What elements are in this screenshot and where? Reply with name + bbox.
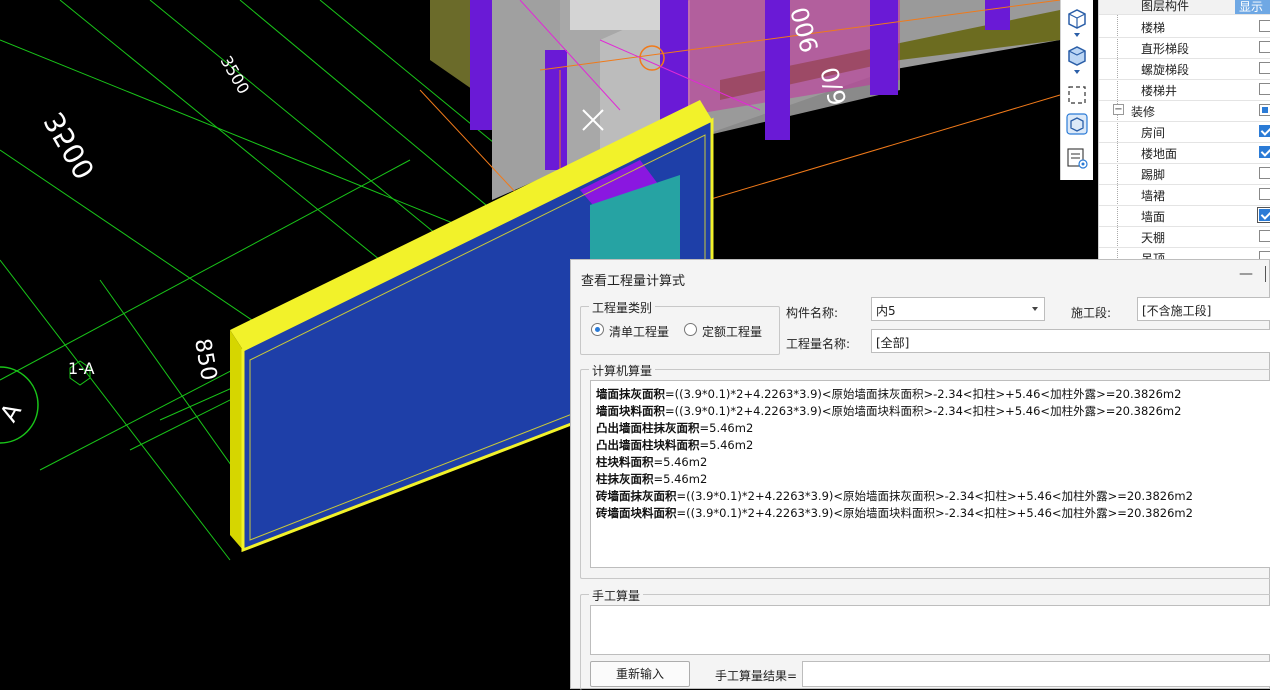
view-toolbar [1060, 0, 1093, 180]
layer-checkbox[interactable] [1259, 41, 1270, 53]
computer-calc-textbox[interactable]: 墙面抹灰面积=((3.9*0.1)*2+4.2263*3.9)<原始墙面抹灰面积… [590, 380, 1270, 568]
dialog-title: 查看工程量计算式 [581, 274, 686, 289]
layer-checkbox[interactable] [1259, 230, 1270, 242]
manual-calc-legend: 手工算量 [589, 587, 644, 604]
formula-line: 砖墙面抹灰面积=((3.9*0.1)*2+4.2263*3.9)<原始墙面抹灰面… [596, 489, 1193, 503]
layer-item-label: 踢脚 [1141, 168, 1166, 182]
manual-result-label: 手工算量结果= [715, 669, 798, 683]
layer-checkbox[interactable] [1257, 207, 1270, 223]
chevron-down-icon[interactable] [1065, 30, 1089, 40]
bill-quantity-radio[interactable] [591, 323, 604, 336]
component-name-select[interactable]: 内5 [871, 297, 1045, 321]
quota-quantity-radio[interactable] [684, 323, 697, 336]
quantity-type-group: 工程量类别 清单工程量 定额工程量 [580, 299, 780, 355]
quantity-name-value: [全部] [876, 336, 910, 350]
layer-item-label: 直形梯段 [1141, 42, 1190, 56]
layer-checkbox[interactable] [1259, 83, 1270, 95]
quota-quantity-label[interactable]: 定额工程量 [702, 323, 762, 340]
chevron-down-icon[interactable] [1065, 67, 1089, 77]
layer-checkbox[interactable] [1259, 20, 1270, 32]
bill-quantity-label[interactable]: 清单工程量 [609, 323, 669, 340]
layer-item-dado[interactable]: 墙裙 [1099, 184, 1270, 206]
layer-item-floor[interactable]: 楼地面 [1099, 142, 1270, 164]
formula-line: 凸出墙面柱块料面积=5.46m2 [596, 438, 754, 452]
minimize-button[interactable]: — [1239, 266, 1255, 282]
layer-checkbox[interactable] [1259, 167, 1270, 179]
layer-item-label: 楼梯 [1141, 21, 1166, 35]
layer-item-ceiling[interactable]: 天棚 [1099, 226, 1270, 248]
select-box-icon[interactable] [1065, 83, 1089, 107]
chevron-down-icon [1032, 307, 1038, 311]
layer-item-wall-surface[interactable]: 墙面 [1099, 205, 1270, 227]
layer-checkbox[interactable] [1259, 104, 1270, 116]
axis-bubble-label: A [0, 398, 27, 427]
layer-checkbox[interactable] [1259, 146, 1270, 158]
quantity-name-label: 工程量名称: [786, 337, 851, 351]
layer-item-skirting[interactable]: 踢脚 [1099, 163, 1270, 185]
computer-calc-legend: 计算机算量 [589, 362, 656, 379]
layer-item-label: 螺旋梯段 [1141, 63, 1190, 77]
view-3d-icon[interactable] [1065, 112, 1089, 136]
cube-icon[interactable] [1065, 6, 1089, 30]
layer-item-label: 墙裙 [1141, 189, 1166, 203]
formula-line: 凸出墙面柱抹灰面积=5.46m2 [596, 421, 754, 435]
manual-result-input[interactable] [802, 661, 1270, 687]
dimension-label-3: 850 [189, 337, 221, 383]
layer-tree-panel: 图层构件 显示 楼梯 直形梯段 螺旋梯段 楼梯井 − 装修 房间 楼地面 踢脚 墙… [1098, 0, 1270, 261]
stage-select[interactable]: [不含施工段] [1137, 297, 1270, 321]
formula-line: 墙面抹灰面积=((3.9*0.1)*2+4.2263*3.9)<原始墙面抹灰面积… [596, 387, 1182, 401]
layer-item-label: 楼梯井 [1141, 84, 1178, 98]
layer-item-straight-flight[interactable]: 直形梯段 [1099, 37, 1270, 59]
stage-value: [不含施工段] [1142, 304, 1212, 318]
layer-item-label: 房间 [1141, 126, 1166, 140]
manual-calc-textbox[interactable] [590, 605, 1270, 655]
layer-item-label: 楼地面 [1141, 147, 1178, 161]
layer-item-label: 装修 [1131, 105, 1156, 119]
quantity-type-legend: 工程量类别 [589, 299, 656, 316]
cube-solid-icon[interactable] [1065, 43, 1089, 67]
axis-label: 1-A [68, 359, 95, 378]
formula-line: 柱块料面积=5.46m2 [596, 455, 708, 469]
formula-line: 柱抹灰面积=5.46m2 [596, 472, 708, 486]
layer-header: 图层构件 显示 [1099, 0, 1270, 15]
layer-item-stairs[interactable]: 楼梯 [1099, 16, 1270, 38]
dimension-label-1: 3500 [217, 53, 254, 98]
stage-label: 施工段: [1071, 306, 1112, 320]
layer-item-room[interactable]: 房间 [1099, 121, 1270, 143]
layer-item-label: 墙面 [1141, 210, 1166, 224]
layer-item-spiral-flight[interactable]: 螺旋梯段 [1099, 58, 1270, 80]
component-name-value: 内5 [876, 304, 896, 318]
layer-checkbox[interactable] [1259, 62, 1270, 74]
layer-checkbox[interactable] [1259, 188, 1270, 200]
formula-line: 砖墙面块料面积=((3.9*0.1)*2+4.2263*3.9)<原始墙面块料面… [596, 506, 1193, 520]
collapse-icon[interactable]: − [1113, 104, 1124, 115]
layer-item-decoration[interactable]: − 装修 [1099, 100, 1270, 122]
reinput-button[interactable]: 重新输入 [590, 661, 690, 687]
dimension-label-2: 3500 [37, 107, 101, 185]
layer-item-label: 天棚 [1141, 231, 1166, 245]
formula-line: 墙面块料面积=((3.9*0.1)*2+4.2263*3.9)<原始墙面块料面积… [596, 404, 1182, 418]
layer-item-stair-well[interactable]: 楼梯井 [1099, 79, 1270, 101]
layer-header-label: 图层构件 [1141, 0, 1190, 13]
list-view-icon[interactable] [1065, 146, 1089, 170]
quantity-name-select[interactable]: [全部] [871, 329, 1270, 353]
component-name-label: 构件名称: [786, 306, 839, 320]
layer-checkbox[interactable] [1259, 125, 1270, 137]
quantity-formula-dialog: 查看工程量计算式 — 工程量类别 清单工程量 定额工程量 构件名称: 内5 施工… [570, 259, 1270, 690]
maximize-button[interactable] [1265, 266, 1270, 282]
show-all-button[interactable]: 显示 [1235, 0, 1270, 14]
